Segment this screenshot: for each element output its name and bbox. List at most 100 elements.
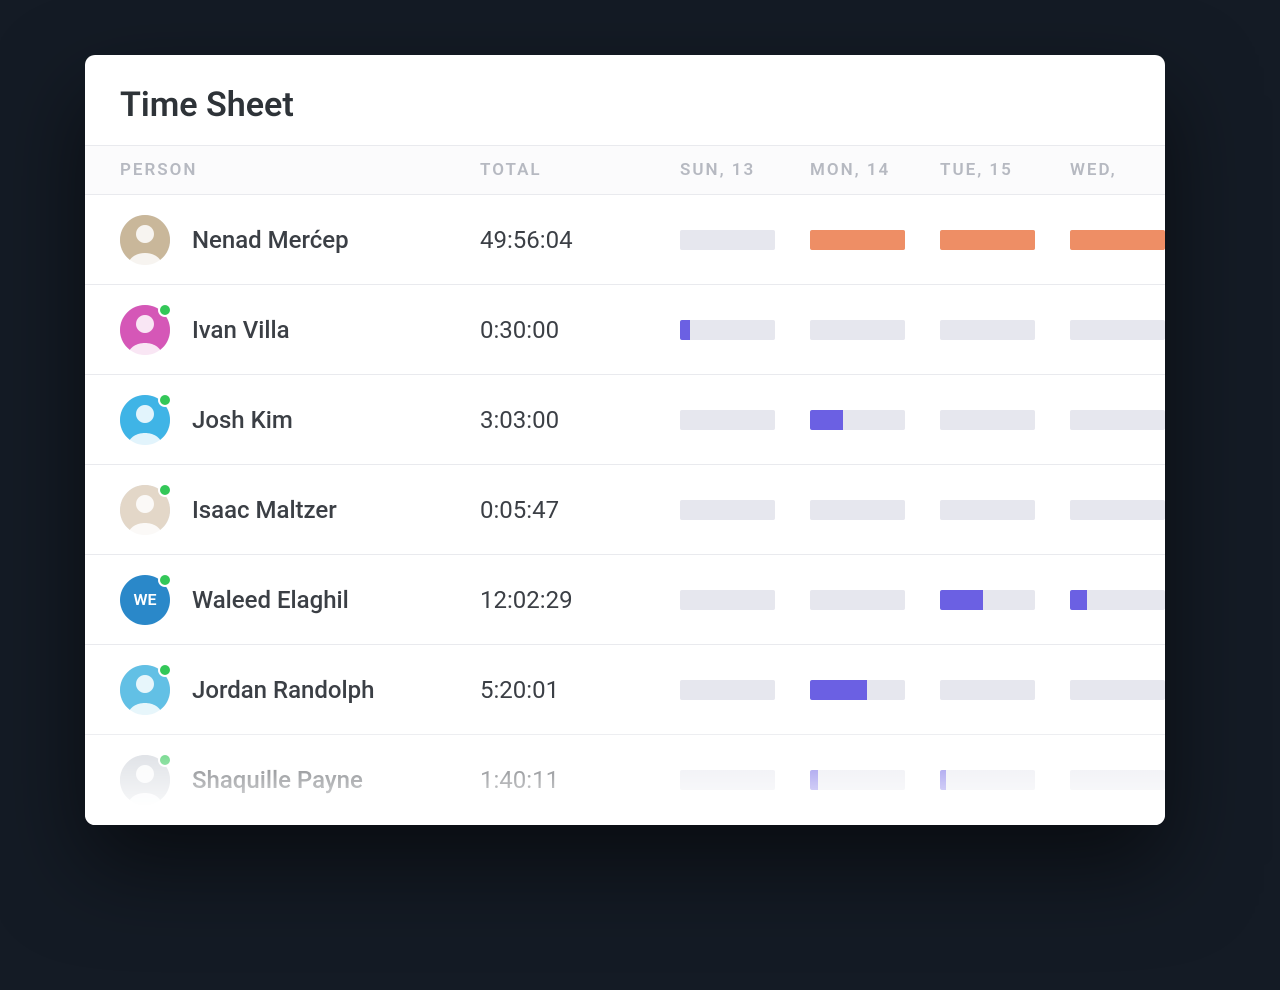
total-time: 0:05:47 — [480, 496, 680, 524]
table-row[interactable]: Josh Kim 3:03:00 — [85, 375, 1165, 465]
avatar[interactable] — [120, 755, 170, 805]
header-day-tue[interactable]: TUE, 15 — [940, 160, 1070, 180]
online-indicator-icon — [158, 303, 172, 317]
day-cell[interactable] — [940, 410, 1070, 430]
online-indicator-icon — [158, 483, 172, 497]
person-cell[interactable]: Shaquille Payne — [120, 755, 480, 805]
time-bar-fill — [810, 680, 867, 700]
time-bar — [1070, 500, 1165, 520]
day-cell[interactable] — [680, 230, 810, 250]
online-indicator-icon — [158, 573, 172, 587]
avatar[interactable] — [120, 665, 170, 715]
table-header: PERSON TOTAL SUN, 13 MON, 14 TUE, 15 WED… — [85, 145, 1165, 195]
day-cell[interactable] — [810, 680, 940, 700]
day-cell[interactable] — [940, 320, 1070, 340]
day-cell[interactable] — [680, 410, 810, 430]
day-cell[interactable] — [1070, 770, 1165, 790]
total-time: 0:30:00 — [480, 316, 680, 344]
avatar[interactable] — [120, 215, 170, 265]
header-person[interactable]: PERSON — [120, 160, 480, 180]
day-cell[interactable] — [810, 500, 940, 520]
online-indicator-icon — [158, 753, 172, 767]
time-bar — [810, 680, 905, 700]
avatar[interactable] — [120, 485, 170, 535]
time-bar — [680, 590, 775, 610]
day-cell[interactable] — [680, 590, 810, 610]
person-cell[interactable]: Nenad Merćep — [120, 215, 480, 265]
time-bar — [1070, 770, 1165, 790]
time-bar — [680, 230, 775, 250]
total-time: 5:20:01 — [480, 676, 680, 704]
person-cell[interactable]: Ivan Villa — [120, 305, 480, 355]
person-cell[interactable]: WE Waleed Elaghil — [120, 575, 480, 625]
day-cell[interactable] — [940, 770, 1070, 790]
header-total[interactable]: TOTAL — [480, 160, 680, 180]
day-cell[interactable] — [680, 680, 810, 700]
time-bar — [680, 500, 775, 520]
table-row[interactable]: Ivan Villa 0:30:00 — [85, 285, 1165, 375]
day-cell[interactable] — [810, 770, 940, 790]
avatar[interactable] — [120, 395, 170, 445]
table-body: Nenad Merćep49:56:04 Ivan Villa 0:30:00 J… — [85, 195, 1165, 825]
time-bar — [680, 410, 775, 430]
day-cell[interactable] — [940, 500, 1070, 520]
time-bar-fill — [810, 230, 905, 250]
day-cell[interactable] — [940, 590, 1070, 610]
person-name: Josh Kim — [192, 406, 293, 434]
day-cell[interactable] — [680, 320, 810, 340]
day-cell[interactable] — [810, 320, 940, 340]
online-indicator-icon — [158, 663, 172, 677]
table-row[interactable]: Shaquille Payne1:40:11 — [85, 735, 1165, 825]
day-cell[interactable] — [810, 410, 940, 430]
time-bar — [1070, 590, 1165, 610]
person-name: Waleed Elaghil — [192, 586, 349, 614]
avatar[interactable] — [120, 305, 170, 355]
person-cell[interactable]: Isaac Maltzer — [120, 485, 480, 535]
day-cell[interactable] — [680, 500, 810, 520]
time-bar — [940, 500, 1035, 520]
time-bar — [810, 320, 905, 340]
day-cell[interactable] — [1070, 680, 1165, 700]
day-cell[interactable] — [1070, 500, 1165, 520]
person-name: Shaquille Payne — [192, 766, 363, 794]
table-row[interactable]: Isaac Maltzer 0:05:47 — [85, 465, 1165, 555]
time-bar — [940, 680, 1035, 700]
total-time: 3:03:00 — [480, 406, 680, 434]
time-bar — [810, 770, 905, 790]
header-day-wed[interactable]: WED, — [1070, 160, 1165, 180]
avatar[interactable]: WE — [120, 575, 170, 625]
table-row[interactable]: WE Waleed Elaghil 12:02:29 — [85, 555, 1165, 645]
time-bar-fill — [940, 230, 1035, 250]
time-bar-fill — [810, 770, 818, 790]
time-bar-fill — [940, 590, 983, 610]
time-bar — [1070, 230, 1165, 250]
day-cell[interactable] — [940, 230, 1070, 250]
day-cell[interactable] — [680, 770, 810, 790]
day-cell[interactable] — [1070, 410, 1165, 430]
person-name: Isaac Maltzer — [192, 496, 337, 524]
table-row[interactable]: Jordan Randolph 5:20:01 — [85, 645, 1165, 735]
person-cell[interactable]: Josh Kim — [120, 395, 480, 445]
person-name: Ivan Villa — [192, 316, 290, 344]
table-row[interactable]: Nenad Merćep49:56:04 — [85, 195, 1165, 285]
time-bar — [810, 500, 905, 520]
total-time: 12:02:29 — [480, 586, 680, 614]
time-bar — [940, 410, 1035, 430]
day-cell[interactable] — [1070, 230, 1165, 250]
day-cell[interactable] — [1070, 320, 1165, 340]
header-day-sun[interactable]: SUN, 13 — [680, 160, 810, 180]
time-bar — [680, 770, 775, 790]
time-bar-fill — [810, 410, 843, 430]
person-name: Jordan Randolph — [192, 676, 374, 704]
time-bar — [680, 680, 775, 700]
time-bar — [940, 770, 1035, 790]
time-bar — [810, 230, 905, 250]
day-cell[interactable] — [940, 680, 1070, 700]
time-bar — [1070, 320, 1165, 340]
day-cell[interactable] — [1070, 590, 1165, 610]
person-cell[interactable]: Jordan Randolph — [120, 665, 480, 715]
day-cell[interactable] — [810, 230, 940, 250]
total-time: 49:56:04 — [480, 226, 680, 254]
header-day-mon[interactable]: MON, 14 — [810, 160, 940, 180]
day-cell[interactable] — [810, 590, 940, 610]
